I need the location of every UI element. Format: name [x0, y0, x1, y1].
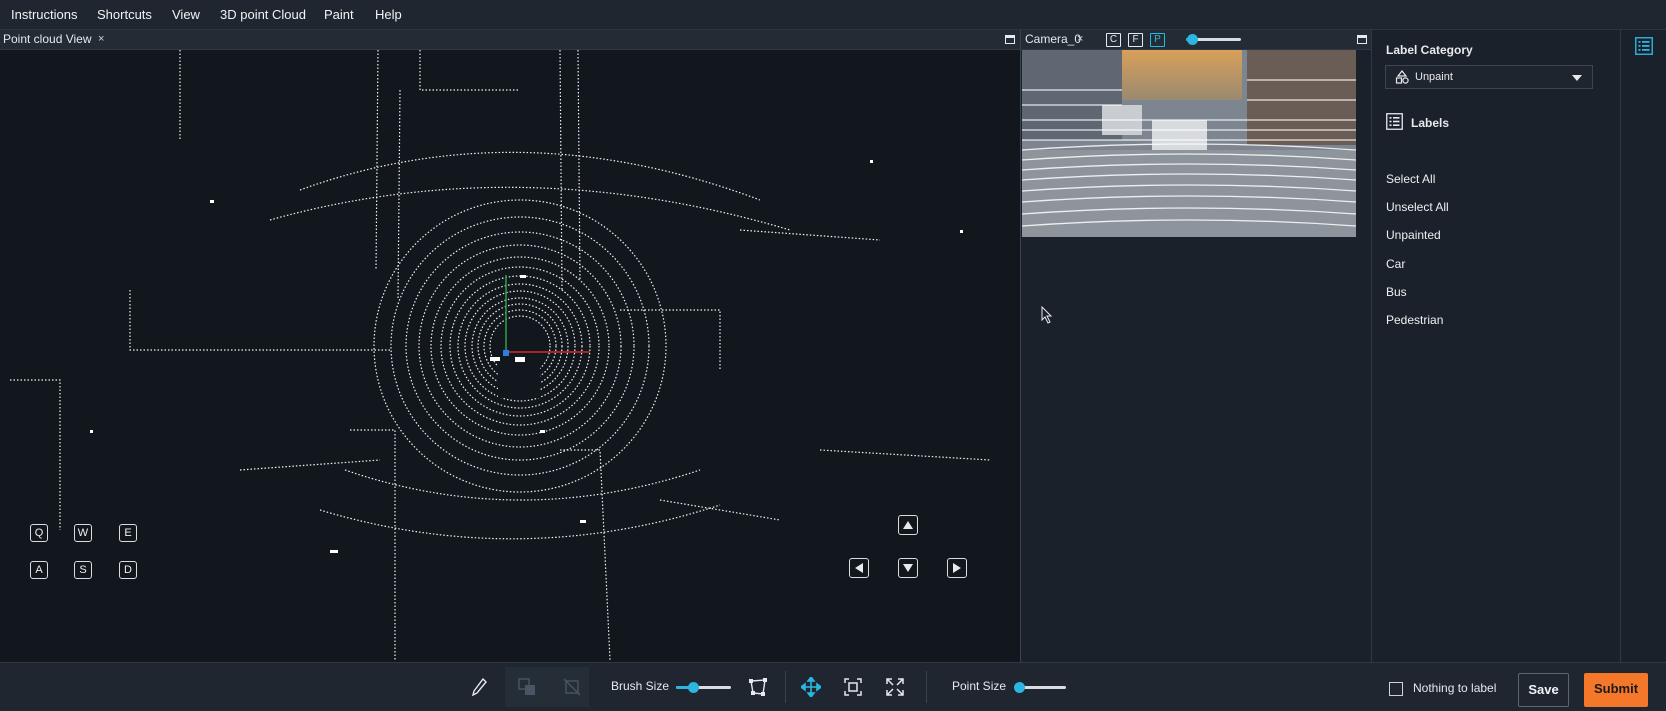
point-cloud-panel-header: Point cloud View ×	[0, 30, 1020, 50]
camera-tab-title: Camera_0	[1025, 32, 1082, 46]
icon-rail	[1620, 30, 1666, 662]
labels-heading: Labels	[1411, 116, 1450, 130]
menu-paint[interactable]: Paint	[324, 0, 354, 30]
label-unpainted[interactable]: Unpainted	[1386, 228, 1441, 242]
label-car[interactable]: Car	[1386, 257, 1405, 271]
pan-down-button[interactable]	[898, 558, 918, 578]
triangle-right-icon	[953, 563, 961, 573]
toolbar-divider	[785, 671, 786, 703]
key-d-button[interactable]: D	[119, 561, 137, 579]
mouse-pointer-icon	[1041, 306, 1053, 324]
brush-tool-button[interactable]	[465, 673, 493, 701]
camera-view-f-button[interactable]: F	[1128, 33, 1143, 47]
pencil-icon	[472, 678, 487, 696]
key-w-button[interactable]: W	[74, 524, 92, 542]
menu-shortcuts[interactable]: Shortcuts	[97, 0, 152, 30]
camera-image	[1022, 50, 1356, 237]
menu-bar: Instructions Shortcuts View 3D point Clo…	[0, 0, 1666, 30]
label-sidebar: Label Category Unpaint Labels Select All…	[1371, 30, 1620, 662]
point-cloud-tab-title: Point cloud View	[3, 32, 92, 46]
eraser-tool-button	[558, 673, 586, 701]
camera-panel: Camera_0 × C F P	[1020, 30, 1371, 662]
camera-maximize-icon[interactable]	[1357, 35, 1367, 44]
layers-icon	[518, 678, 535, 695]
label-category-value: Unpaint	[1415, 71, 1453, 83]
point-size-slider[interactable]	[1013, 682, 1066, 693]
point-cloud-tab-close-button[interactable]: ×	[98, 30, 104, 49]
key-e-button[interactable]: E	[119, 524, 137, 542]
key-q-button[interactable]: Q	[30, 524, 48, 542]
move-arrows-icon	[801, 677, 821, 697]
move-tool-button[interactable]	[797, 673, 825, 701]
fill-tool-button	[513, 673, 541, 701]
polygon-icon	[749, 678, 767, 696]
expand-icon	[886, 678, 904, 696]
bottom-toolbar: Brush Size Point Size Nothing to label S…	[0, 662, 1666, 711]
menu-3d-point-cloud[interactable]: 3D point Cloud	[220, 0, 306, 30]
submit-button[interactable]: Submit	[1584, 673, 1648, 707]
camera-view-p-button[interactable]: P	[1150, 33, 1165, 47]
menu-instructions[interactable]: Instructions	[11, 0, 77, 30]
key-s-button[interactable]: S	[74, 561, 92, 579]
fit-view-button[interactable]	[839, 673, 867, 701]
menu-view[interactable]: View	[172, 0, 200, 30]
list-icon	[1386, 113, 1403, 130]
select-all-item[interactable]: Select All	[1386, 172, 1435, 186]
unselect-all-item[interactable]: Unselect All	[1386, 200, 1449, 214]
label-bus[interactable]: Bus	[1386, 285, 1407, 299]
caret-down-icon	[1572, 75, 1582, 81]
camera-opacity-slider[interactable]	[1186, 34, 1241, 45]
pan-up-button[interactable]	[898, 515, 918, 535]
camera-panel-header: Camera_0 × C F P	[1021, 30, 1371, 50]
save-button[interactable]: Save	[1518, 673, 1569, 707]
pan-right-button[interactable]	[947, 558, 967, 578]
triangle-up-icon	[903, 521, 913, 529]
key-a-button[interactable]: A	[30, 561, 48, 579]
polygon-tool-button[interactable]	[744, 673, 772, 701]
eraser-icon	[563, 678, 581, 696]
point-size-label: Point Size	[952, 679, 1007, 693]
point-cloud-viewport[interactable]: Q W E A S D	[0, 50, 1020, 662]
triangle-down-icon	[903, 564, 913, 572]
toolbar-divider	[926, 671, 927, 703]
focus-frame-icon	[844, 678, 862, 696]
maximize-icon[interactable]	[1005, 35, 1015, 44]
label-category-heading: Label Category	[1386, 43, 1473, 57]
nothing-to-label-checkbox[interactable]	[1389, 682, 1403, 696]
shapes-icon	[1395, 70, 1409, 84]
brush-size-slider[interactable]	[676, 682, 731, 693]
fullscreen-button[interactable]	[881, 673, 909, 701]
camera-view-c-button[interactable]: C	[1106, 33, 1121, 47]
label-category-select[interactable]: Unpaint	[1385, 65, 1593, 89]
labels-panel-toggle-icon[interactable]	[1635, 37, 1653, 55]
label-pedestrian[interactable]: Pedestrian	[1386, 313, 1443, 327]
brush-size-label: Brush Size	[611, 679, 670, 693]
triangle-left-icon	[855, 563, 863, 573]
camera-tab-close-button[interactable]: ×	[1077, 30, 1083, 49]
menu-help[interactable]: Help	[375, 0, 402, 30]
nothing-to-label-text[interactable]: Nothing to label	[1413, 681, 1496, 695]
pan-left-button[interactable]	[849, 558, 869, 578]
